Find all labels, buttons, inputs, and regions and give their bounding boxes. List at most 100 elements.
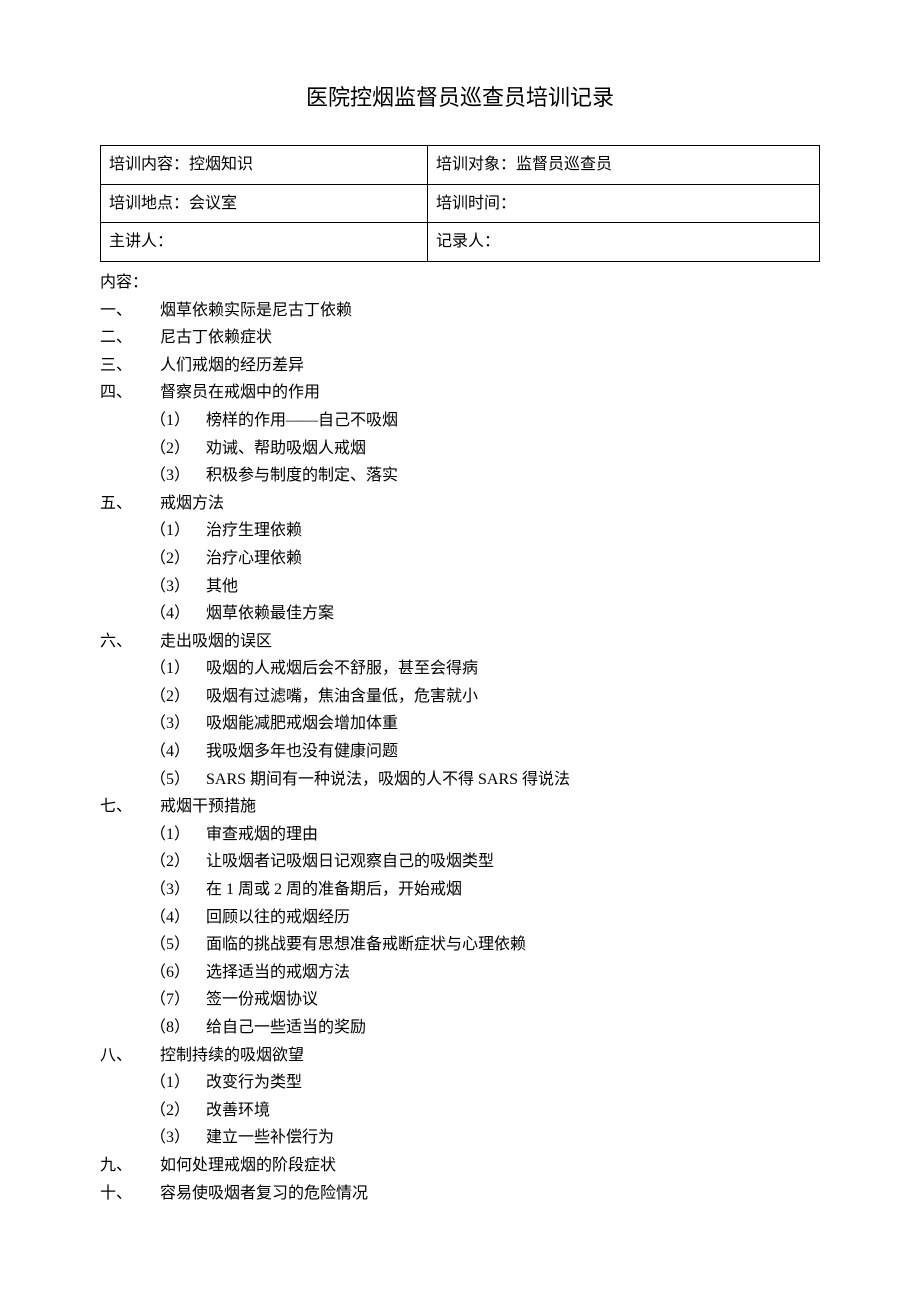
sub-item: （5） 面临的挑战要有思想准备戒断症状与心理依赖 [100, 932, 820, 958]
sub-item: （2） 劝诫、帮助吸烟人戒烟 [100, 436, 820, 462]
sub-num: （1） [150, 656, 200, 682]
sub-num: （1） [150, 822, 200, 848]
section-5: 五、 戒烟方法 [100, 491, 820, 517]
section-num: 六、 [100, 629, 150, 655]
sub-text: 治疗心理依赖 [200, 546, 302, 572]
sub-num: （2） [150, 684, 200, 710]
section-num: 三、 [100, 353, 150, 379]
section-9: 九、 如何处理戒烟的阶段症状 [100, 1153, 820, 1179]
sub-item: （3） 建立一些补偿行为 [100, 1125, 820, 1151]
section-3: 三、 人们戒烟的经历差异 [100, 353, 820, 379]
sub-item: （2） 吸烟有过滤嘴，焦油含量低，危害就小 [100, 684, 820, 710]
sub-text: 烟草依赖最佳方案 [200, 601, 334, 627]
sub-text: 其他 [200, 574, 238, 600]
sub-text: 我吸烟多年也没有健康问题 [200, 739, 398, 765]
section-num: 八、 [100, 1043, 150, 1069]
sub-text: 签一份戒烟协议 [200, 987, 318, 1013]
sub-num: （5） [150, 767, 200, 793]
document-title: 医院控烟监督员巡查员培训记录 [100, 80, 820, 115]
section-title: 如何处理戒烟的阶段症状 [150, 1153, 336, 1179]
sub-text: SARS 期间有一种说法，吸烟的人不得 SARS 得说法 [200, 767, 570, 793]
sub-text: 审查戒烟的理由 [200, 822, 318, 848]
sub-num: （4） [150, 905, 200, 931]
section-title: 烟草依赖实际是尼古丁依赖 [150, 298, 352, 324]
section-2: 二、 尼古丁依赖症状 [100, 325, 820, 351]
sub-num: （6） [150, 960, 200, 986]
sub-text: 让吸烟者记吸烟日记观察自己的吸烟类型 [200, 849, 494, 875]
training-location-cell: 培训地点：会议室 [101, 184, 428, 223]
section-title: 控制持续的吸烟欲望 [150, 1043, 304, 1069]
sub-text: 吸烟能减肥戒烟会增加体重 [200, 711, 398, 737]
sub-item: （2） 让吸烟者记吸烟日记观察自己的吸烟类型 [100, 849, 820, 875]
sub-item: （5） SARS 期间有一种说法，吸烟的人不得 SARS 得说法 [100, 767, 820, 793]
training-content-cell: 培训内容：控烟知识 [101, 146, 428, 185]
sub-text: 劝诫、帮助吸烟人戒烟 [200, 436, 366, 462]
sub-num: （3） [150, 574, 200, 600]
sub-num: （5） [150, 932, 200, 958]
training-time-cell: 培训时间： [428, 184, 820, 223]
sub-num: （1） [150, 1070, 200, 1096]
sub-item: （3） 吸烟能减肥戒烟会增加体重 [100, 711, 820, 737]
sub-item: （1） 吸烟的人戒烟后会不舒服，甚至会得病 [100, 656, 820, 682]
sub-item: （1） 审查戒烟的理由 [100, 822, 820, 848]
sub-num: （2） [150, 1098, 200, 1124]
sub-num: （3） [150, 877, 200, 903]
sub-text: 选择适当的戒烟方法 [200, 960, 350, 986]
sub-item: （2） 治疗心理依赖 [100, 546, 820, 572]
section-num: 七、 [100, 794, 150, 820]
sub-item: （1） 改变行为类型 [100, 1070, 820, 1096]
sub-text: 吸烟有过滤嘴，焦油含量低，危害就小 [200, 684, 478, 710]
sub-text: 积极参与制度的制定、落实 [200, 463, 398, 489]
sub-text: 改变行为类型 [200, 1070, 302, 1096]
sub-item: （7） 签一份戒烟协议 [100, 987, 820, 1013]
info-table: 培训内容：控烟知识 培训对象：监督员巡查员 培训地点：会议室 培训时间： 主讲人… [100, 145, 820, 262]
sub-num: （4） [150, 739, 200, 765]
section-num: 四、 [100, 380, 150, 406]
sub-item: （1） 治疗生理依赖 [100, 518, 820, 544]
section-6: 六、 走出吸烟的误区 [100, 629, 820, 655]
section-1: 一、 烟草依赖实际是尼古丁依赖 [100, 298, 820, 324]
section-4: 四、 督察员在戒烟中的作用 [100, 380, 820, 406]
sub-item: （2） 改善环境 [100, 1098, 820, 1124]
sub-text: 治疗生理依赖 [200, 518, 302, 544]
sub-item: （4） 我吸烟多年也没有健康问题 [100, 739, 820, 765]
sub-text: 面临的挑战要有思想准备戒断症状与心理依赖 [200, 932, 526, 958]
sub-num: （3） [150, 1125, 200, 1151]
sub-item: （3） 其他 [100, 574, 820, 600]
section-title: 容易使吸烟者复习的危险情况 [150, 1181, 368, 1207]
content-label: 内容： [100, 270, 820, 296]
sub-num: （8） [150, 1015, 200, 1041]
sub-text: 吸烟的人戒烟后会不舒服，甚至会得病 [200, 656, 478, 682]
sub-num: （1） [150, 518, 200, 544]
section-title: 尼古丁依赖症状 [150, 325, 272, 351]
sub-num: （2） [150, 436, 200, 462]
sub-num: （3） [150, 463, 200, 489]
sub-num: （4） [150, 601, 200, 627]
sub-text: 榜样的作用——自己不吸烟 [200, 408, 398, 434]
section-num: 一、 [100, 298, 150, 324]
sub-num: （7） [150, 987, 200, 1013]
recorder-cell: 记录人： [428, 223, 820, 262]
section-title: 戒烟干预措施 [150, 794, 256, 820]
training-target-cell: 培训对象：监督员巡查员 [428, 146, 820, 185]
sub-num: （2） [150, 546, 200, 572]
section-7: 七、 戒烟干预措施 [100, 794, 820, 820]
sub-item: （4） 烟草依赖最佳方案 [100, 601, 820, 627]
sub-text: 在 1 周或 2 周的准备期后，开始戒烟 [200, 877, 462, 903]
sub-text: 建立一些补偿行为 [200, 1125, 334, 1151]
sub-text: 改善环境 [200, 1098, 270, 1124]
section-num: 九、 [100, 1153, 150, 1179]
section-num: 十、 [100, 1181, 150, 1207]
sub-item: （6） 选择适当的戒烟方法 [100, 960, 820, 986]
sub-item: （8） 给自己一些适当的奖励 [100, 1015, 820, 1041]
sub-num: （1） [150, 408, 200, 434]
section-title: 戒烟方法 [150, 491, 224, 517]
section-num: 五、 [100, 491, 150, 517]
sub-num: （2） [150, 849, 200, 875]
sub-item: （1） 榜样的作用——自己不吸烟 [100, 408, 820, 434]
sub-item: （4） 回顾以往的戒烟经历 [100, 905, 820, 931]
sub-text: 回顾以往的戒烟经历 [200, 905, 350, 931]
section-10: 十、 容易使吸烟者复习的危险情况 [100, 1181, 820, 1207]
section-title: 督察员在戒烟中的作用 [150, 380, 320, 406]
section-8: 八、 控制持续的吸烟欲望 [100, 1043, 820, 1069]
